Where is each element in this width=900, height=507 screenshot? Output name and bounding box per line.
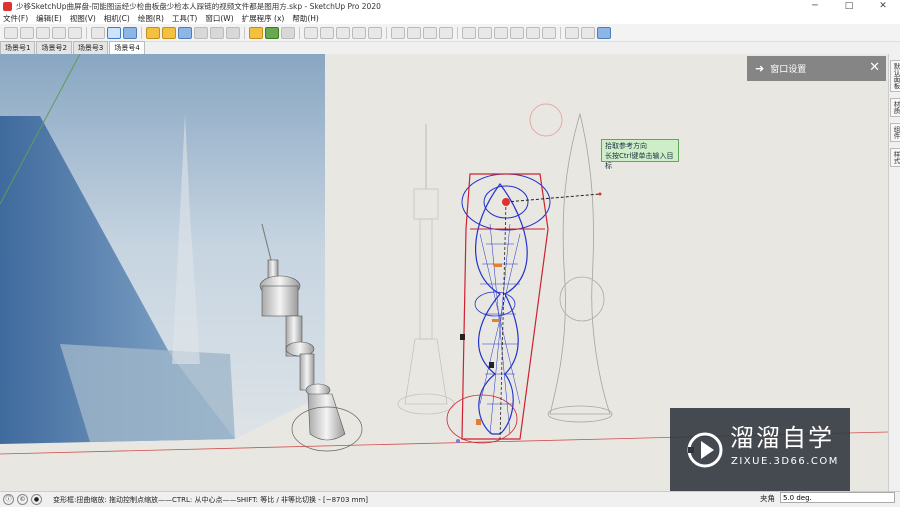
new-file-icon[interactable]: [4, 26, 18, 39]
toolbar-separator: [457, 26, 458, 39]
minimize-button[interactable]: ─: [798, 0, 832, 13]
arrow-right-icon: ➜: [755, 62, 765, 75]
tray-tab-materials[interactable]: 材质: [890, 98, 900, 117]
extension-icon[interactable]: [265, 26, 279, 39]
tray-title: 窗口设置: [770, 65, 807, 75]
maximize-button[interactable]: □: [832, 0, 866, 13]
watermark-name: 溜溜自学: [730, 424, 834, 452]
toolbar-separator: [299, 26, 300, 39]
front-view-icon[interactable]: [423, 26, 437, 39]
tray-tab-styles[interactable]: 样式: [890, 148, 900, 167]
menu-help[interactable]: 帮助(H): [289, 13, 324, 24]
scene-tabs: 场景号1 场景号2 场景号3 场景号4: [0, 41, 900, 54]
open-file-icon[interactable]: [20, 26, 34, 39]
save-icon[interactable]: [36, 26, 50, 39]
print-icon[interactable]: [68, 26, 82, 39]
top-view-icon[interactable]: [407, 26, 421, 39]
menu-draw[interactable]: 绘图(R): [135, 13, 169, 24]
scene-tab-active[interactable]: 场景号4: [109, 41, 145, 54]
scene-tab[interactable]: 场景号2: [36, 41, 72, 54]
styles-icon[interactable]: [336, 26, 350, 39]
terrain-icon[interactable]: [581, 26, 595, 39]
measurements-input[interactable]: [780, 492, 895, 503]
scene-tab[interactable]: 场景号1: [0, 41, 36, 54]
position-camera-icon[interactable]: [226, 26, 240, 39]
close-icon[interactable]: ✕: [869, 60, 880, 75]
paint-bucket-icon[interactable]: [178, 26, 192, 39]
section-icon[interactable]: [352, 26, 366, 39]
play-logo-icon: [687, 432, 723, 468]
rotate-icon[interactable]: [162, 26, 176, 39]
toolbar-separator: [560, 26, 561, 39]
window-title: 少移SketchUp曲屏盘-同能图运经少检曲板盘少检本人踩链的视频文件都是图用方…: [16, 2, 381, 11]
add-location-icon[interactable]: [565, 26, 579, 39]
menu-file[interactable]: 文件(F): [0, 13, 33, 24]
tray-window-settings[interactable]: ➜ 窗口设置 ✕: [747, 56, 886, 81]
cut-icon[interactable]: [52, 26, 66, 39]
menu-window[interactable]: 窗口(W): [202, 13, 238, 24]
layers-icon[interactable]: [320, 26, 334, 39]
sound-icon[interactable]: [304, 26, 318, 39]
tray-tab-default[interactable]: 默认面板: [890, 60, 900, 92]
sketchup-logo-icon: [3, 2, 12, 11]
textured-style-icon[interactable]: [526, 26, 540, 39]
toolbar-separator: [244, 26, 245, 39]
iso-view-icon[interactable]: [391, 26, 405, 39]
scale-tool-icon[interactable]: [107, 26, 121, 39]
inference-tooltip: 拾取参考方向 长按Ctrl键单击输入目标: [601, 139, 679, 170]
menu-view[interactable]: 视图(V): [67, 13, 101, 24]
walk-icon[interactable]: [210, 26, 224, 39]
camera-icon[interactable]: [194, 26, 208, 39]
text-icon[interactable]: [368, 26, 382, 39]
monochrome-style-icon[interactable]: [542, 26, 556, 39]
measurements-label: 夹角: [760, 494, 775, 503]
tooltip-line: 长按Ctrl键单击输入目标: [605, 152, 674, 170]
scene-tab[interactable]: 场景号3: [72, 41, 109, 54]
geo-location-icon[interactable]: [597, 26, 611, 39]
status-icons: ⓘ © ●: [3, 494, 45, 505]
menu-camera[interactable]: 相机(C): [101, 13, 135, 24]
menu-tools[interactable]: 工具(T): [169, 13, 202, 24]
wireframe-style-icon[interactable]: [478, 26, 492, 39]
menu-edit[interactable]: 编辑(E): [33, 13, 67, 24]
watermark-logo: 溜溜自学 ZIXUE.3D66.COM: [670, 408, 850, 492]
toolbar: [0, 24, 900, 42]
toolbar-separator: [86, 26, 87, 39]
status-text: 变形框:扭曲缩放: 拖动控制点缩放——CTRL: 从中心点——SHIFT: 等比…: [53, 495, 369, 504]
menu-extensions[interactable]: 扩展程序 (x): [239, 13, 290, 24]
component-icon[interactable]: [146, 26, 160, 39]
tooltip-line: 拾取参考方向: [605, 142, 647, 150]
geo-status-icon[interactable]: ⓘ: [3, 494, 14, 505]
window-controls: ─ □ ✕: [798, 0, 900, 13]
tray-tab-components[interactable]: 组件: [890, 123, 900, 142]
watermark-url: ZIXUE.3D66.COM: [731, 456, 839, 467]
menu-bar: 文件(F) 编辑(E) 视图(V) 相机(C) 绘图(R) 工具(T) 窗口(W…: [0, 13, 900, 24]
right-tray-strip: 默认面板 材质 组件 样式: [888, 54, 900, 491]
credits-icon[interactable]: ©: [17, 494, 28, 505]
hidden-line-style-icon[interactable]: [494, 26, 508, 39]
warehouse-icon[interactable]: [249, 26, 263, 39]
right-view-icon[interactable]: [439, 26, 453, 39]
user-icon[interactable]: ●: [31, 494, 42, 505]
xray-style-icon[interactable]: [462, 26, 476, 39]
toolbar-separator: [141, 26, 142, 39]
layout-icon[interactable]: [281, 26, 295, 39]
orbit-icon[interactable]: [123, 26, 137, 39]
select-tool-icon[interactable]: [91, 26, 105, 39]
close-window-button[interactable]: ✕: [866, 0, 900, 13]
shaded-style-icon[interactable]: [510, 26, 524, 39]
photo-backdrop: [0, 54, 325, 444]
toolbar-separator: [386, 26, 387, 39]
title-bar: 少移SketchUp曲屏盘-同能图运经少检曲板盘少检本人踩链的视频文件都是图用方…: [0, 0, 900, 13]
